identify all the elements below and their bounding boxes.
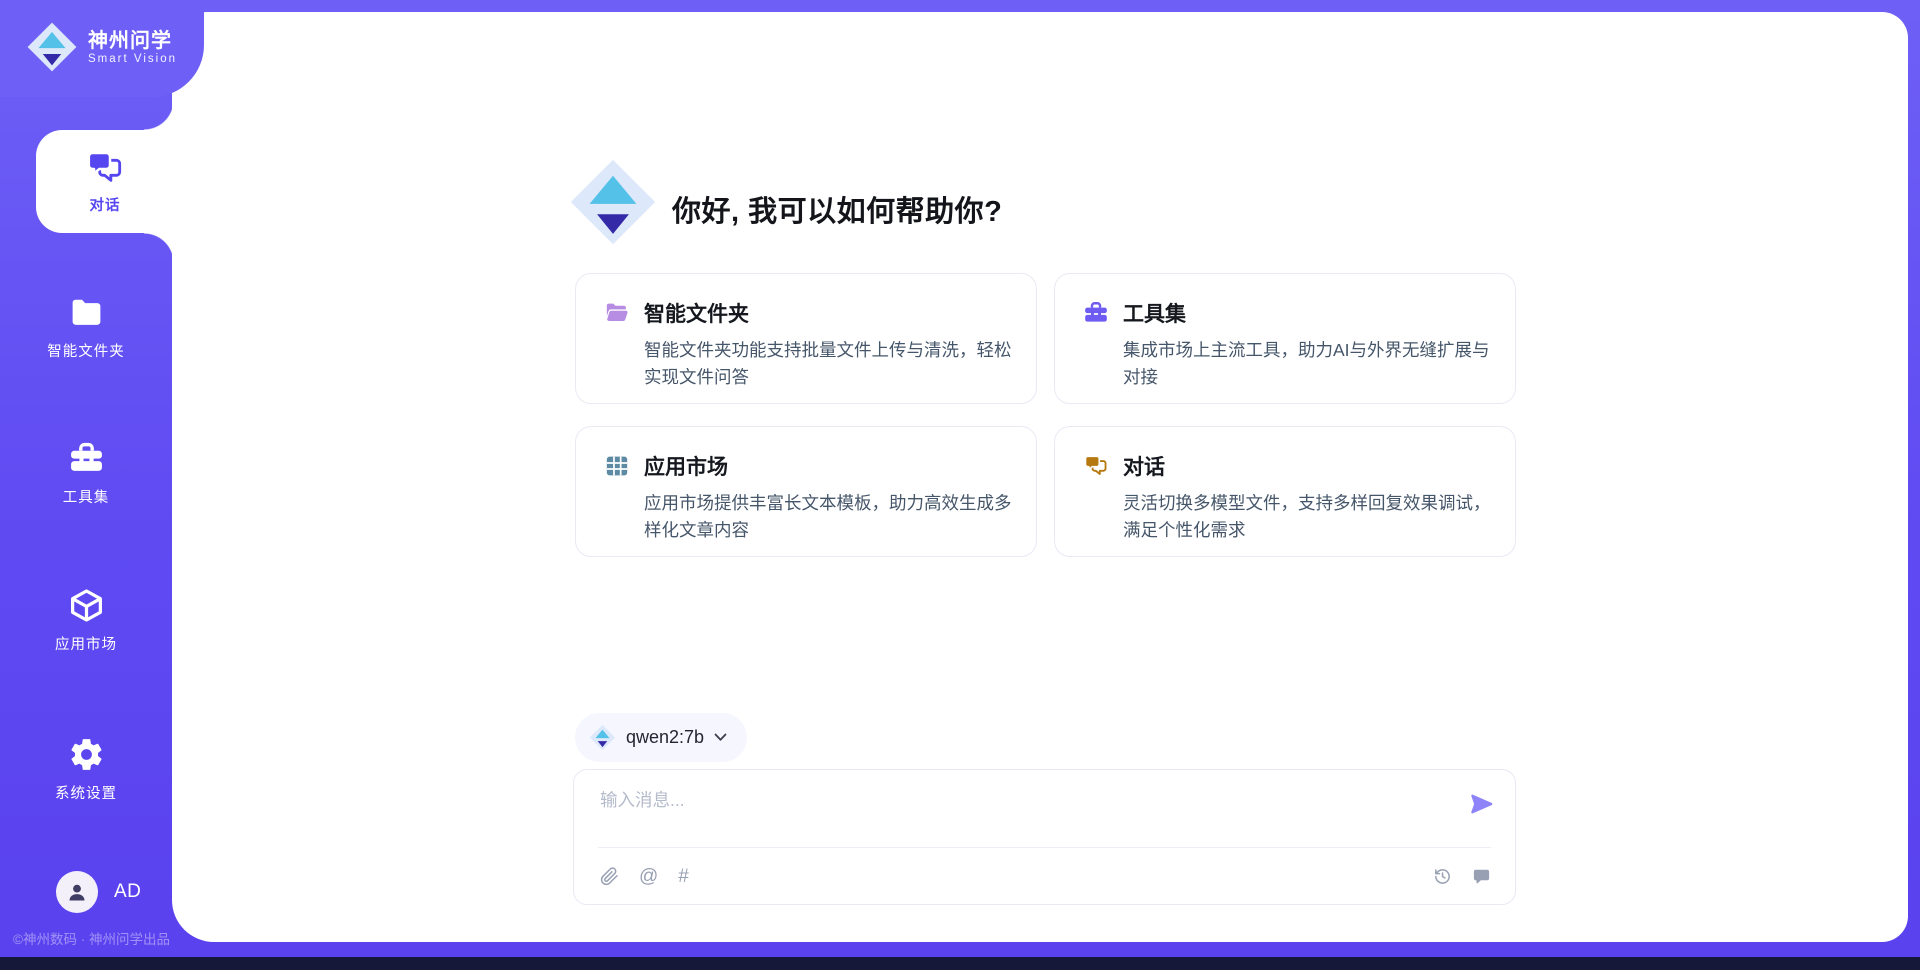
card-description: 灵活切换多模型文件，支持多样回复效果调试，满足个性化需求 [1123, 490, 1497, 544]
user-initials: AD [114, 881, 141, 903]
card-title: 智能文件夹 [644, 298, 749, 328]
sidebar-item-label: 系统设置 [55, 782, 117, 803]
model-name: qwen2:7b [626, 727, 704, 748]
sidebar-item-settings[interactable]: 系统设置 [0, 736, 172, 803]
person-icon [65, 880, 89, 904]
model-selector[interactable]: qwen2:7b [575, 713, 747, 762]
folder-open-icon [604, 300, 630, 326]
brand-name: 神州问学 [88, 30, 177, 53]
send-button[interactable] [1469, 791, 1495, 817]
brand-subtitle: Smart Vision [88, 53, 177, 65]
composer-toolbar: @ # [600, 860, 1491, 892]
card-app-market[interactable]: 应用市场 应用市场提供丰富长文本模板，助力高效生成多样化文章内容 [575, 426, 1037, 557]
message-icon[interactable] [1472, 867, 1491, 886]
card-description: 智能文件夹功能支持批量文件上传与清洗，轻松实现文件问答 [644, 337, 1018, 391]
chevron-down-icon [714, 733, 727, 742]
composer-divider [598, 847, 1491, 848]
sidebar-item-app-market[interactable]: 应用市场 [0, 587, 172, 654]
gear-icon [68, 736, 105, 773]
history-icon[interactable] [1433, 867, 1452, 886]
app-window: 神州问学 Smart Vision 对话 智能文件夹 工具集 应用市场 系统设置 [0, 0, 1920, 970]
chat-icon [85, 148, 125, 188]
attachment-icon[interactable] [600, 867, 619, 886]
greeting-title: 你好, 我可以如何帮助你? [672, 188, 1002, 230]
model-diamond-icon [589, 724, 616, 751]
sidebar-item-toolbox[interactable]: 工具集 [0, 440, 172, 507]
sidebar-item-label: 智能文件夹 [47, 340, 125, 361]
hero-diamond-icon [568, 157, 658, 247]
folder-icon [68, 294, 105, 331]
avatar [56, 871, 98, 913]
hashtag-icon[interactable]: # [678, 867, 689, 886]
feature-cards: 智能文件夹 智能文件夹功能支持批量文件上传与清洗，轻松实现文件问答 工具集 集成… [575, 273, 1516, 557]
message-composer: @ # [573, 769, 1516, 905]
card-description: 集成市场上主流工具，助力AI与外界无缝扩展与对接 [1123, 337, 1497, 391]
sidebar-item-smart-folder[interactable]: 智能文件夹 [0, 294, 172, 361]
sidebar-item-chat[interactable]: 对话 [36, 130, 174, 233]
bottom-bar [0, 957, 1920, 970]
grid-icon [604, 453, 630, 479]
sidebar-item-label: 应用市场 [55, 633, 117, 654]
message-input[interactable] [600, 790, 1455, 811]
card-smart-folder[interactable]: 智能文件夹 智能文件夹功能支持批量文件上传与清洗，轻松实现文件问答 [575, 273, 1037, 404]
chat-icon [1083, 453, 1109, 479]
toolbox-icon [1083, 300, 1109, 326]
sidebar-footer-credit: ©神州数码 · 神州问学出品 [13, 928, 170, 948]
brand-logo: 神州问学 Smart Vision [26, 21, 177, 73]
toolbox-icon [68, 440, 105, 477]
sidebar-item-label: 工具集 [63, 486, 110, 507]
mention-icon[interactable]: @ [639, 867, 658, 886]
card-title: 工具集 [1123, 298, 1186, 328]
brand-diamond-icon [26, 21, 78, 73]
card-title: 对话 [1123, 451, 1165, 481]
user-profile[interactable]: AD [56, 871, 141, 913]
sidebar-item-label: 对话 [90, 194, 121, 215]
card-chat[interactable]: 对话 灵活切换多模型文件，支持多样回复效果调试，满足个性化需求 [1054, 426, 1516, 557]
card-description: 应用市场提供丰富长文本模板，助力高效生成多样化文章内容 [644, 490, 1018, 544]
card-toolbox[interactable]: 工具集 集成市场上主流工具，助力AI与外界无缝扩展与对接 [1054, 273, 1516, 404]
card-title: 应用市场 [644, 451, 728, 481]
cube-icon [68, 587, 105, 624]
